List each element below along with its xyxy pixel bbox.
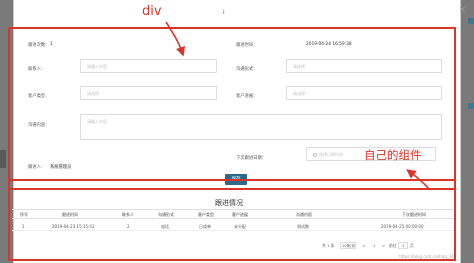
dialog-title: i xyxy=(223,9,225,16)
background-peek-button xyxy=(468,18,474,24)
annotation-box-form xyxy=(8,27,456,190)
background-peek-button xyxy=(468,103,474,109)
annotation-div-label: div xyxy=(142,4,162,19)
close-icon[interactable]: × xyxy=(458,6,466,15)
annotation-box-table xyxy=(8,179,456,261)
annotation-component-label: 自己的组件 xyxy=(364,148,422,162)
background-peek-panel xyxy=(0,150,6,168)
watermark: https://blog.csdn.net/qq_36 xyxy=(399,254,454,259)
